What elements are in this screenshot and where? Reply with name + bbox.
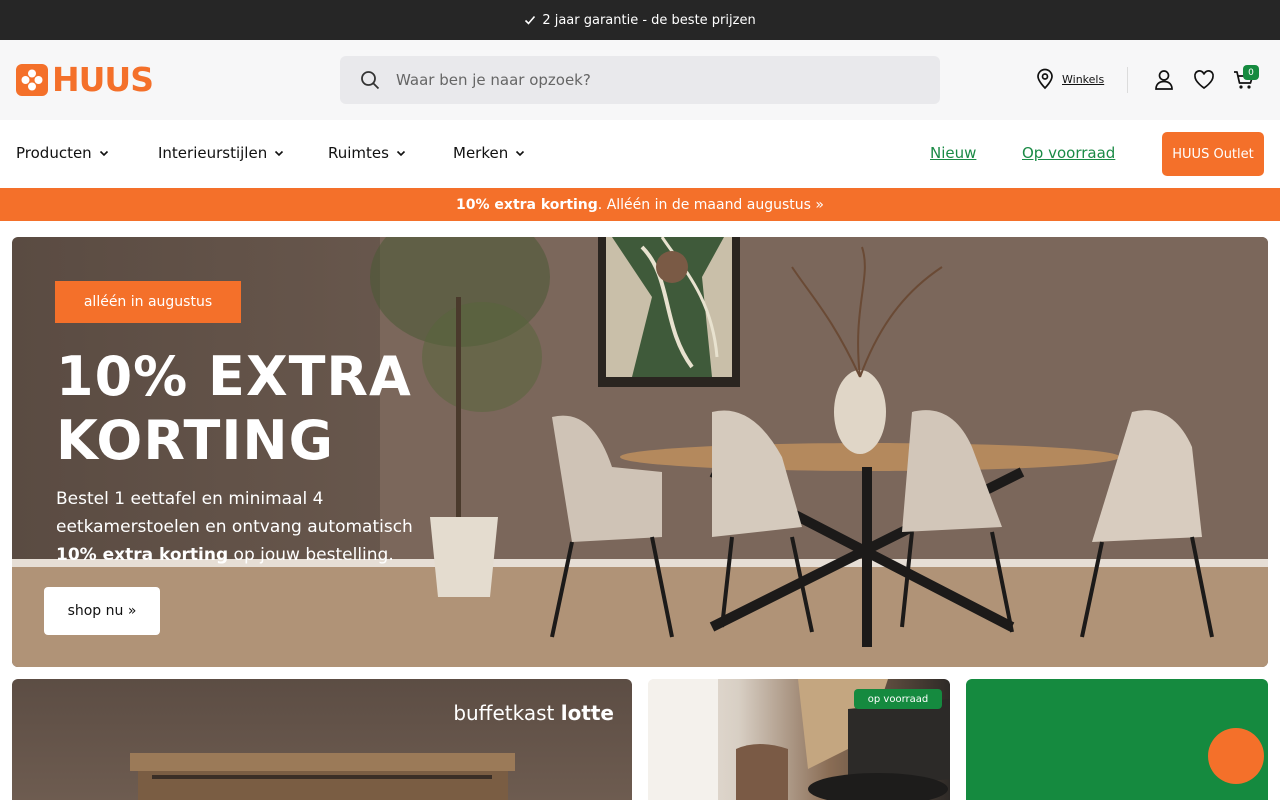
store-locator-link[interactable]: Winkels — [1034, 68, 1104, 90]
usp-bar: 2 jaar garantie - de beste prijzen — [0, 0, 1280, 40]
nav-item-merken[interactable]: Merken — [453, 144, 526, 162]
buffet-cabinet-image — [130, 753, 515, 800]
card-title: buffetkast lotte — [453, 701, 614, 725]
store-locator-label: Winkels — [1062, 72, 1105, 86]
account-icon[interactable] — [1152, 68, 1176, 92]
site-header: HUUS Winkels 0 — [0, 40, 1280, 120]
hero-title: 10% EXTRA KORTING — [56, 345, 412, 472]
nav-item-ruimtes[interactable]: Ruimtes — [328, 144, 407, 162]
hero-text-bold: 10% extra korting — [56, 545, 229, 565]
location-pin-icon — [1037, 68, 1053, 90]
logo-flower-icon — [16, 64, 48, 96]
card-title-light: buffetkast — [453, 701, 561, 725]
nav-item-producten[interactable]: Producten — [16, 144, 110, 162]
nav-item-label: Interieurstijlen — [158, 144, 268, 162]
promo-bold-text: 10% extra korting — [456, 196, 598, 213]
nav-item-interieurstijlen[interactable]: Interieurstijlen — [158, 144, 285, 162]
chevron-down-icon — [396, 150, 406, 157]
chevron-down-icon — [99, 150, 108, 157]
logo-text: HUUS — [52, 60, 154, 99]
promo-card-buffetkast[interactable]: buffetkast lotte — [12, 679, 632, 800]
hero-badge: alléén in augustus — [55, 281, 241, 323]
huus-logo[interactable]: HUUS — [16, 60, 154, 99]
cart-count-badge: 0 — [1243, 65, 1259, 80]
nav-link-nieuw[interactable]: Nieuw — [930, 144, 976, 162]
shop-now-button[interactable]: shop nu » — [44, 587, 160, 635]
wishlist-heart-icon[interactable] — [1192, 68, 1216, 92]
chat-widget-button[interactable] — [1208, 728, 1264, 784]
promo-card-dining[interactable]: op voorraad — [648, 679, 950, 800]
nav-link-op-voorraad[interactable]: Op voorraad — [1022, 144, 1115, 162]
usp-text: 2 jaar garantie - de beste prijzen — [542, 12, 756, 28]
search-icon[interactable] — [360, 70, 380, 90]
main-navigation: Producten Interieurstijlen Ruimtes Merke… — [0, 120, 1280, 188]
promo-text: . Alléén in de maand augustus » — [597, 196, 824, 213]
in-stock-badge: op voorraad — [854, 689, 942, 709]
chevron-down-icon — [516, 150, 525, 157]
promo-banner[interactable]: 10% extra korting. Alléén in de maand au… — [0, 188, 1280, 221]
card-title-bold: lotte — [560, 701, 614, 725]
check-icon — [525, 15, 536, 25]
outlet-button[interactable]: HUUS Outlet — [1162, 132, 1264, 176]
nav-item-label: Producten — [16, 144, 92, 162]
nav-item-label: Merken — [453, 144, 509, 162]
chevron-down-icon — [275, 150, 284, 157]
hero-text-part: op jouw bestelling. — [228, 545, 394, 565]
nav-item-label: Ruimtes — [328, 144, 389, 162]
hero-description: Bestel 1 eettafel en minimaal 4 eetkamer… — [56, 485, 456, 569]
search-input[interactable] — [396, 71, 896, 89]
search-bar[interactable] — [340, 56, 940, 104]
header-divider — [1127, 67, 1128, 93]
hero-banner[interactable]: alléén in augustus 10% EXTRA KORTING Bes… — [12, 237, 1268, 667]
hero-text-part: Bestel 1 eettafel en minimaal 4 eetkamer… — [56, 489, 413, 537]
